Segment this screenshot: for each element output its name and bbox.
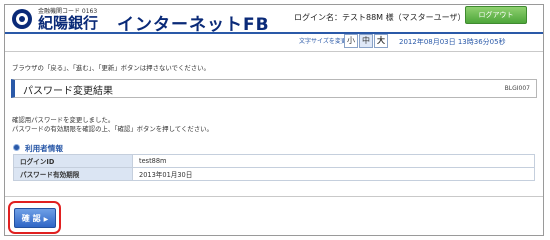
logout-button[interactable]: ログアウト (465, 6, 527, 24)
bank-logo-icon (12, 9, 32, 29)
login-id-value: test88m (132, 154, 535, 168)
confirm-label: 確 認 (21, 214, 41, 223)
font-size-medium-button[interactable]: 中 (359, 34, 373, 48)
login-name: ログイン名：テスト88M 様（マスターユーザ） (294, 13, 466, 22)
subheader-divider (5, 51, 543, 52)
table-row: ログインID test88m (13, 154, 535, 168)
page-title-bar: パスワード変更結果 BLGI007 (11, 79, 537, 98)
user-info-table: ログインID test88m パスワード有効期限 2013年01月30日 (13, 154, 535, 181)
section-title: 利用者情報 (25, 144, 63, 153)
password-expiry-label: パスワード有効期限 (13, 167, 133, 181)
arrow-right-icon: ▶ (43, 216, 49, 223)
confirm-button[interactable]: 確 認 ▶ (14, 208, 56, 228)
font-size-small-button[interactable]: 小 (344, 34, 358, 48)
result-message: 確認用パスワードを変更しました。 (12, 116, 115, 124)
password-expiry-value: 2013年01月30日 (132, 167, 535, 181)
table-row: パスワード有効期限 2013年01月30日 (13, 167, 535, 181)
font-size-large-button[interactable]: 大 (374, 34, 388, 48)
page-title: パスワード変更結果 (23, 86, 113, 97)
header-divider (5, 32, 543, 34)
screen-id: BLGI007 (504, 85, 530, 92)
browser-warning: ブラウザの「戻る」、「進む」、「更新」ボタンは押さないでください。 (12, 64, 210, 72)
login-id-label: ログインID (13, 154, 133, 168)
content-divider (5, 196, 543, 197)
page-frame: 金融機関コード 0163 紀陽銀行 インターネットFB ログイン名：テスト88M… (4, 4, 544, 236)
font-size-label: 文字サイズを変更 (299, 38, 347, 45)
header: 金融機関コード 0163 紀陽銀行 インターネットFB ログイン名：テスト88M… (5, 5, 543, 35)
instruction-message: パスワードの有効期限を確認の上、「確認」ボタンを押してください。 (12, 125, 213, 133)
section-bullet-icon (13, 144, 20, 151)
current-datetime: 2012年08月03日 13時36分05秒 (399, 38, 506, 46)
bank-name: 紀陽銀行 (38, 14, 99, 32)
